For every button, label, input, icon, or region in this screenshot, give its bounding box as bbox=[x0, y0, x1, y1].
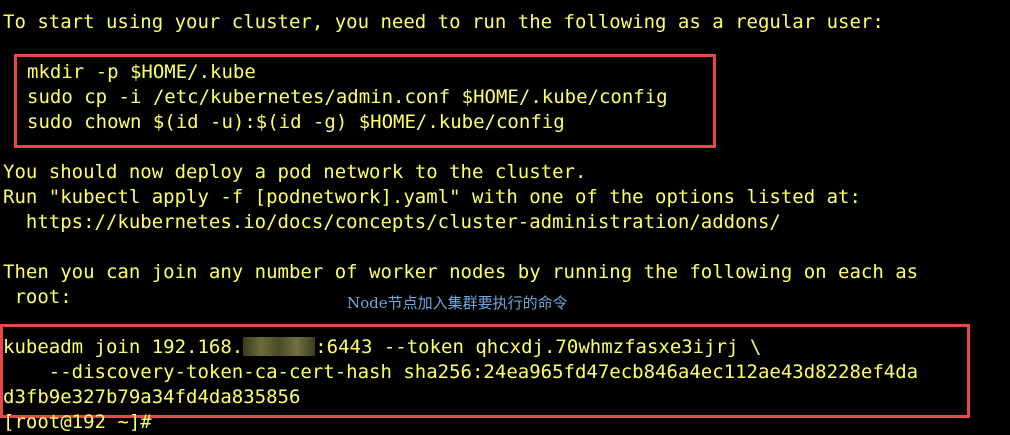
join-command-line-2: --discovery-token-ca-cert-hash sha256:24… bbox=[3, 361, 919, 383]
join-command-suffix: :6443 --token qhcxdj.70whmzfasxe3ijrj \ bbox=[315, 336, 762, 358]
join-command-prefix: kubeadm join 192.168. bbox=[3, 336, 244, 358]
terminal-window[interactable]: To start using your cluster, you need to… bbox=[0, 0, 1010, 433]
join-command-line-1: kubeadm join 192.168. :6443 --token qhcxd… bbox=[3, 335, 761, 360]
network-notice-line-1: You should now deploy a pod network to t… bbox=[3, 161, 587, 183]
join-notice-line-1: Then you can join any number of worker n… bbox=[3, 261, 919, 283]
intro-line: To start using your cluster, you need to… bbox=[3, 11, 884, 33]
redacted-ip-segment bbox=[243, 337, 316, 356]
command-mkdir: mkdir -p $HOME/.kube bbox=[27, 61, 256, 83]
join-command-line-3: d3fb9e327b79a34fd4da835856 bbox=[3, 386, 301, 408]
addons-url: https://kubernetes.io/docs/concepts/clus… bbox=[3, 211, 781, 233]
shell-prompt[interactable]: [root@192 ~]# bbox=[3, 410, 163, 435]
annotation-label: Node节点加入集群要执行的命令 bbox=[347, 294, 568, 312]
network-notice-line-2: Run "kubectl apply -f [podnetwork].yaml"… bbox=[3, 186, 861, 208]
command-chown: sudo chown $(id -u):$(id -g) $HOME/.kube… bbox=[27, 111, 565, 133]
join-notice-line-2: root: bbox=[3, 286, 72, 308]
command-copy-config: sudo cp -i /etc/kubernetes/admin.conf $H… bbox=[27, 86, 668, 108]
